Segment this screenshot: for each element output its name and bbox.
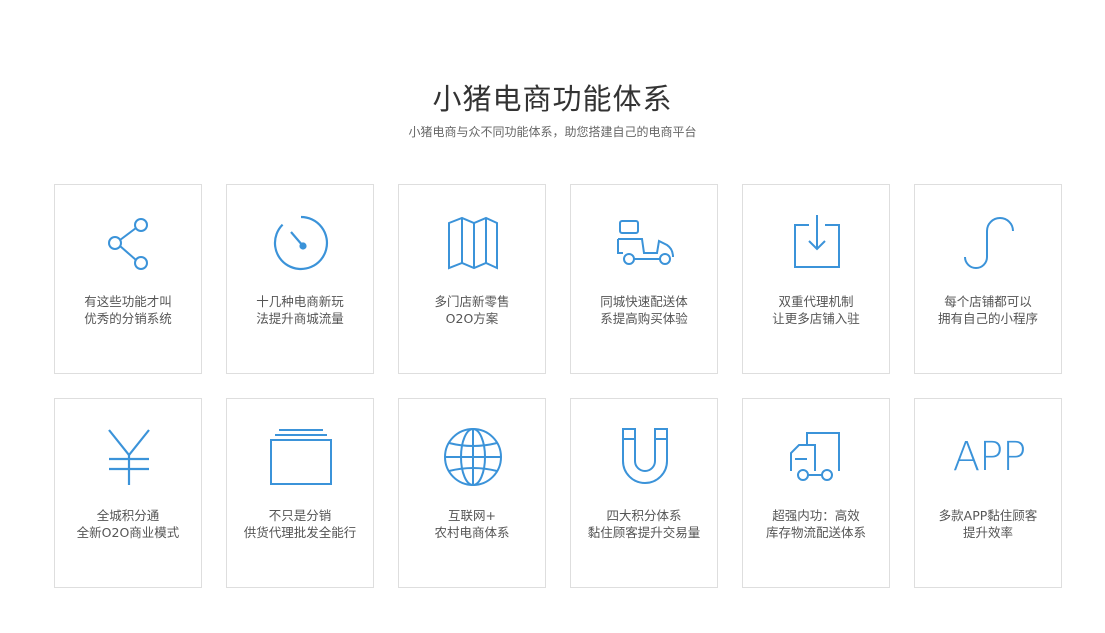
page-title: 小猪电商功能体系 <box>432 82 673 116</box>
page-subtitle: 小猪电商与众不同功能体系，助您搭建自己的电商平台 <box>408 125 697 139</box>
feature-text-line1: 互联网+ <box>448 508 496 523</box>
feature-card-points[interactable]: 全城积分通 全新O2O商业模式 <box>54 398 202 588</box>
feature-text-line2: 法提升商城流量 <box>256 311 344 326</box>
feature-card-rural[interactable]: 互联网+ 农村电商体系 <box>398 398 546 588</box>
feature-text-line2: 黏住顾客提升交易量 <box>587 525 701 540</box>
feature-text-line1: 全城积分通 <box>96 508 160 523</box>
feature-text-line2: 拥有自己的小程序 <box>937 311 1038 326</box>
feature-text-line1: 同城快速配送体 <box>600 294 688 309</box>
feature-card-wholesale[interactable]: 不只是分销 供货代理批发全能行 <box>226 398 374 588</box>
feature-text-line2: 系提高购买体验 <box>600 311 688 326</box>
yen-icon <box>99 427 159 487</box>
feature-card-delivery[interactable]: 同城快速配送体 系提高购买体验 <box>570 184 718 374</box>
feature-card-distribution[interactable]: 有这些功能才叫 优秀的分销系统 <box>54 184 202 374</box>
feature-text-line1: 不只是分销 <box>268 508 332 523</box>
feature-text-line2: 让更多店铺入驻 <box>772 311 860 326</box>
feature-text-line2: 库存物流配送体系 <box>765 525 866 540</box>
feature-text-line1: 多款APP黏住顾客 <box>938 508 1038 523</box>
feature-text-line2: 农村电商体系 <box>434 525 510 540</box>
feature-text-line1: 四大积分体系 <box>606 508 682 523</box>
feature-grid: 有这些功能才叫 优秀的分销系统 十几种电商新玩 法提升商城流量 多门店新零售 O… <box>54 184 1062 588</box>
feature-card-agency[interactable]: 双重代理机制 让更多店铺入驻 <box>742 184 890 374</box>
feature-text-line2: 优秀的分销系统 <box>84 311 172 326</box>
feature-text-line1: 双重代理机制 <box>778 294 854 309</box>
feature-text-line1: 超强内功：高效 <box>772 508 860 523</box>
share-icon <box>99 213 159 273</box>
feature-text-line2: 供货代理批发全能行 <box>243 525 357 540</box>
map-icon <box>443 213 503 273</box>
feature-card-app[interactable]: APP 多款APP黏住顾客 提升效率 <box>914 398 1062 588</box>
globe-icon <box>443 427 503 487</box>
feature-card-loyalty[interactable]: 四大积分体系 黏住顾客提升交易量 <box>570 398 718 588</box>
truck-icon <box>787 427 847 487</box>
feature-text-line1: 有这些功能才叫 <box>84 294 172 309</box>
feature-text-line2: O2O方案 <box>445 311 499 326</box>
feature-text-line2: 全新O2O商业模式 <box>76 525 180 540</box>
app-text-icon: APP <box>953 427 1027 487</box>
feature-text-line2: 提升效率 <box>962 525 1013 540</box>
app-icon-label: APP <box>952 434 1027 480</box>
stacked-box-icon <box>270 427 332 487</box>
s-curve-icon <box>959 213 1019 273</box>
feature-card-multistore[interactable]: 多门店新零售 O2O方案 <box>398 184 546 374</box>
magnet-icon <box>615 427 675 487</box>
feature-card-logistics[interactable]: 超强内功：高效 库存物流配送体系 <box>742 398 890 588</box>
feature-card-marketing[interactable]: 十几种电商新玩 法提升商城流量 <box>226 184 374 374</box>
feature-card-miniprogram[interactable]: 每个店铺都可以 拥有自己的小程序 <box>914 184 1062 374</box>
download-box-icon <box>787 213 847 273</box>
timer-icon <box>271 213 331 273</box>
feature-text-line1: 每个店铺都可以 <box>944 294 1032 309</box>
feature-text-line1: 多门店新零售 <box>434 294 510 309</box>
feature-text-line1: 十几种电商新玩 <box>256 294 344 309</box>
scooter-icon <box>615 213 675 273</box>
